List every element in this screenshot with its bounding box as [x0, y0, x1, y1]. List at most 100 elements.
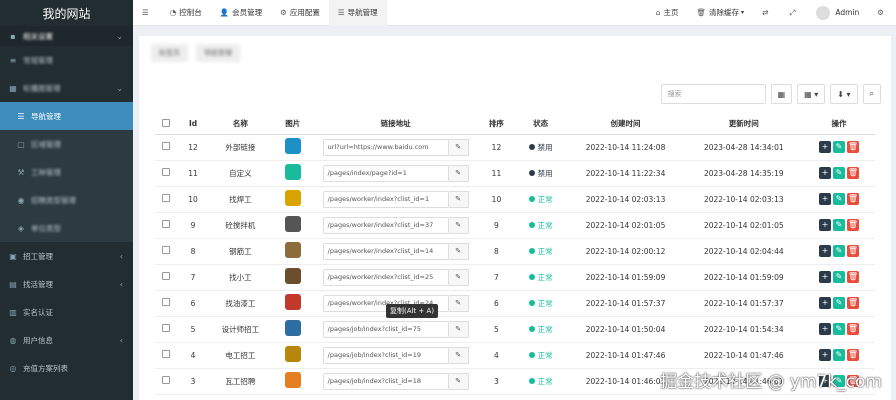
copy-link-button[interactable]: ✎: [448, 372, 469, 390]
table-row[interactable]: 11 自定义/pages/index/page?id=1 ✎ 11 禁用 2022-10-…: [155, 160, 875, 187]
delete-button[interactable]: 🗑: [846, 141, 859, 153]
sidebar-item[interactable]: ▢ 区域管理: [0, 130, 133, 158]
nav-thumbnail-icon[interactable]: [284, 294, 301, 310]
table-row[interactable]: 5 设计师招工/pages/job/index?clist_id=75 ✎ 5 正常 20…: [155, 316, 875, 343]
nav-thumbnail-icon[interactable]: [284, 268, 301, 284]
top-nav-item[interactable]: 👤 会员管理: [211, 0, 271, 26]
copy-link-button[interactable]: ✎: [448, 268, 469, 286]
delete-button[interactable]: 🗑: [846, 349, 859, 361]
home-link[interactable]: ⌂ 主页: [647, 0, 688, 26]
delete-button[interactable]: 🗑: [846, 297, 859, 309]
nav-thumbnail-icon[interactable]: [284, 216, 301, 232]
user-menu[interactable]: Admin: [807, 0, 868, 26]
nav-thumbnail-icon[interactable]: [284, 164, 301, 180]
nav-thumbnail-icon[interactable]: [284, 346, 301, 362]
row-checkbox-cell[interactable]: [155, 342, 178, 369]
image-cell[interactable]: [272, 368, 314, 395]
nav-thumbnail-icon[interactable]: [284, 190, 301, 206]
edit-button[interactable]: ✎: [832, 323, 845, 335]
sidebar-item[interactable]: ≡ 常规管理: [0, 46, 133, 74]
top-nav-item[interactable]: ☰ 导航管理: [328, 0, 387, 26]
row-checkbox[interactable]: [162, 298, 171, 306]
image-cell[interactable]: [272, 134, 314, 161]
row-checkbox[interactable]: [162, 350, 171, 358]
copy-link-button[interactable]: ✎: [448, 320, 469, 338]
edit-button[interactable]: ✎: [832, 271, 845, 283]
drag-sort-button[interactable]: +: [818, 297, 831, 309]
fullscreen-button[interactable]: ⤢: [780, 0, 807, 26]
link-field[interactable]: /pages/job/index?clist_id=75: [322, 320, 449, 338]
copy-link-button[interactable]: ✎: [448, 216, 469, 234]
row-checkbox[interactable]: [162, 246, 171, 254]
row-checkbox-cell[interactable]: [155, 290, 178, 317]
row-checkbox-cell[interactable]: [155, 368, 178, 395]
edit-button[interactable]: ✎: [832, 193, 845, 205]
row-checkbox-cell[interactable]: [155, 238, 178, 265]
row-checkbox[interactable]: [162, 194, 171, 202]
edit-button[interactable]: ✎: [832, 297, 845, 309]
image-cell[interactable]: [272, 186, 314, 213]
edit-button[interactable]: ✎: [832, 167, 845, 179]
sidebar-item[interactable]: ▦ 轮播图管理 ⌄: [0, 74, 133, 102]
export-button[interactable]: ⬇ ▾: [830, 84, 858, 104]
drag-sort-button[interactable]: +: [818, 219, 831, 231]
image-cell[interactable]: [272, 160, 314, 187]
sidebar-item[interactable]: ▣ 招工管理 ‹: [0, 242, 133, 270]
link-field[interactable]: /pages/worker/index?clist_id=37: [322, 216, 449, 234]
row-checkbox[interactable]: [162, 272, 171, 280]
nav-thumbnail-icon[interactable]: [284, 320, 301, 336]
toggle-view-button[interactable]: ▦: [770, 84, 793, 104]
row-checkbox[interactable]: [162, 142, 171, 150]
sidebar-item[interactable]: ◉ 招聘类型管理: [0, 186, 133, 214]
table-row[interactable]: 10 找焊工/pages/worker/index?clist_id=1 ✎ 10 正常…: [155, 186, 875, 213]
tab-1[interactable]: 标签页: [151, 44, 188, 62]
drag-sort-button[interactable]: +: [818, 167, 831, 179]
sidebar-item[interactable]: ▪ 相关设置 ⌄: [0, 26, 133, 46]
copy-link-button[interactable]: ✎: [448, 346, 469, 364]
nav-thumbnail-icon[interactable]: [284, 242, 301, 258]
link-field[interactable]: /pages/worker/index?clist_id=14: [322, 242, 449, 260]
drag-sort-button[interactable]: +: [818, 349, 831, 361]
row-checkbox-cell[interactable]: [155, 264, 178, 291]
copy-link-button[interactable]: ✎: [448, 242, 469, 260]
nav-thumbnail-icon[interactable]: [284, 372, 301, 388]
search-input[interactable]: 搜索: [660, 84, 766, 104]
edit-button[interactable]: ✎: [832, 349, 845, 361]
copy-link-button[interactable]: ✎: [448, 190, 469, 208]
copy-link-button[interactable]: ✎: [448, 294, 469, 312]
link-field[interactable]: /pages/job/index?clist_id=19: [322, 346, 449, 364]
select-all-checkbox[interactable]: [162, 118, 171, 127]
image-cell[interactable]: [272, 316, 314, 343]
table-row[interactable]: 6 找油漆工/pages/worker/index?clist_id=24 ✎ 6 正常…: [155, 290, 875, 317]
link-field[interactable]: /pages/worker/index?clist_id=1: [322, 190, 449, 208]
delete-button[interactable]: 🗑: [846, 245, 859, 257]
settings-button[interactable]: ⚙: [868, 0, 896, 26]
edit-button[interactable]: ✎: [832, 141, 845, 153]
sidebar-item[interactable]: ⚒ 工种管理: [0, 158, 133, 186]
search-toggle-button[interactable]: ⌕: [862, 84, 881, 104]
site-logo[interactable]: 我的网站: [0, 0, 133, 26]
link-field[interactable]: /pages/index/page?id=1: [322, 164, 449, 182]
top-nav-item[interactable]: ◔ 控制台: [161, 0, 211, 26]
sidebar-item[interactable]: ◍ 用户信息 ‹: [0, 326, 133, 354]
image-cell[interactable]: [272, 290, 314, 317]
table-row[interactable]: 8 钢筋工/pages/worker/index?clist_id=14 ✎ 8 正常 2…: [155, 238, 875, 265]
sidebar-item[interactable]: ▥ 实名认证: [0, 298, 133, 326]
row-checkbox-cell[interactable]: [155, 212, 178, 239]
link-field[interactable]: /pages/job/index?clist_id=18: [322, 372, 449, 390]
drag-sort-button[interactable]: +: [818, 193, 831, 205]
edit-button[interactable]: ✎: [832, 245, 845, 257]
drag-sort-button[interactable]: +: [818, 271, 831, 283]
row-checkbox-cell[interactable]: [155, 186, 178, 213]
columns-button[interactable]: ▦ ▾: [797, 84, 826, 104]
drag-sort-button[interactable]: +: [818, 245, 831, 257]
image-cell[interactable]: [272, 212, 314, 239]
image-cell[interactable]: [272, 264, 314, 291]
delete-button[interactable]: 🗑: [846, 193, 859, 205]
clear-cache-button[interactable]: 🗑 清除缓存 ▾: [688, 0, 754, 26]
table-row[interactable]: 9 砼搅拌机/pages/worker/index?clist_id=37 ✎ 9 正常…: [155, 212, 875, 239]
drag-sort-button[interactable]: +: [818, 141, 831, 153]
row-checkbox[interactable]: [162, 168, 171, 176]
row-checkbox-cell[interactable]: [155, 316, 178, 343]
row-checkbox[interactable]: [162, 324, 171, 332]
